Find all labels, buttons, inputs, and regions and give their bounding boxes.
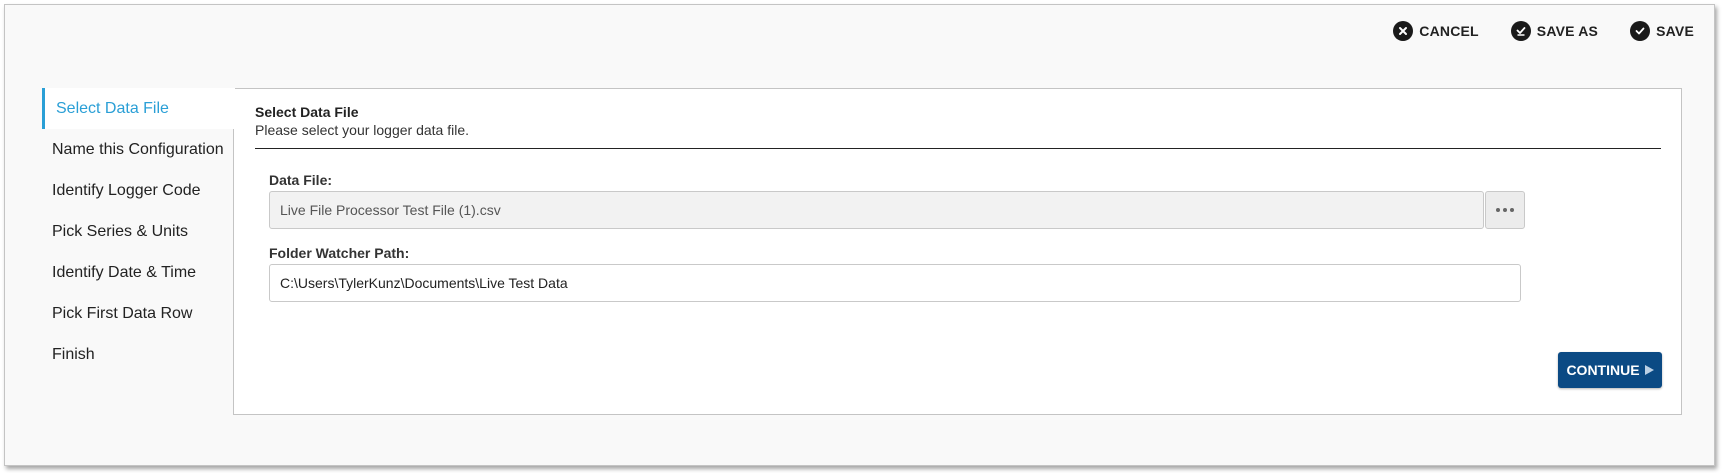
save-label: SAVE bbox=[1656, 23, 1694, 39]
panel-subtitle: Please select your logger data file. bbox=[255, 122, 470, 138]
panel-title: Select Data File bbox=[255, 104, 359, 120]
configuration-window: CANCEL SAVE AS SAVE Select Data File Nam… bbox=[4, 4, 1715, 466]
step-pick-first-data-row[interactable]: Pick First Data Row bbox=[42, 293, 234, 334]
cancel-label: CANCEL bbox=[1419, 23, 1479, 39]
panel-header: Select Data File Please select your logg… bbox=[255, 104, 1661, 149]
wizard-steps-nav: Select Data File Name this Configuration… bbox=[42, 88, 235, 375]
continue-button[interactable]: CONTINUE bbox=[1558, 352, 1662, 388]
play-arrow-icon bbox=[1644, 365, 1654, 375]
step-identify-logger-code[interactable]: Identify Logger Code bbox=[42, 170, 234, 211]
step-finish[interactable]: Finish bbox=[42, 334, 234, 375]
ellipsis-icon bbox=[1496, 208, 1514, 212]
toolbar: CANCEL SAVE AS SAVE bbox=[1393, 21, 1694, 41]
save-as-label: SAVE AS bbox=[1536, 23, 1599, 39]
save-as-check-icon bbox=[1510, 21, 1531, 41]
cancel-circle-icon bbox=[1393, 21, 1414, 41]
cancel-button[interactable]: CANCEL bbox=[1393, 21, 1479, 41]
data-file-label: Data File: bbox=[269, 172, 333, 188]
step-identify-date-time[interactable]: Identify Date & Time bbox=[42, 252, 234, 293]
folder-watcher-label: Folder Watcher Path: bbox=[269, 245, 410, 261]
step-select-data-file[interactable]: Select Data File bbox=[42, 88, 235, 129]
step-content-panel: Select Data File Please select your logg… bbox=[233, 88, 1682, 415]
save-button[interactable]: SAVE bbox=[1630, 21, 1694, 41]
step-pick-series-units[interactable]: Pick Series & Units bbox=[42, 211, 234, 252]
folder-watcher-path-input[interactable]: C:\Users\TylerKunz\Documents\Live Test D… bbox=[269, 264, 1521, 302]
save-check-icon bbox=[1630, 21, 1651, 41]
browse-file-button[interactable] bbox=[1485, 191, 1525, 229]
step-name-configuration[interactable]: Name this Configuration bbox=[42, 129, 234, 170]
continue-label: CONTINUE bbox=[1566, 362, 1640, 378]
save-as-button[interactable]: SAVE AS bbox=[1510, 21, 1599, 41]
data-file-field[interactable]: Live File Processor Test File (1).csv bbox=[269, 191, 1484, 229]
